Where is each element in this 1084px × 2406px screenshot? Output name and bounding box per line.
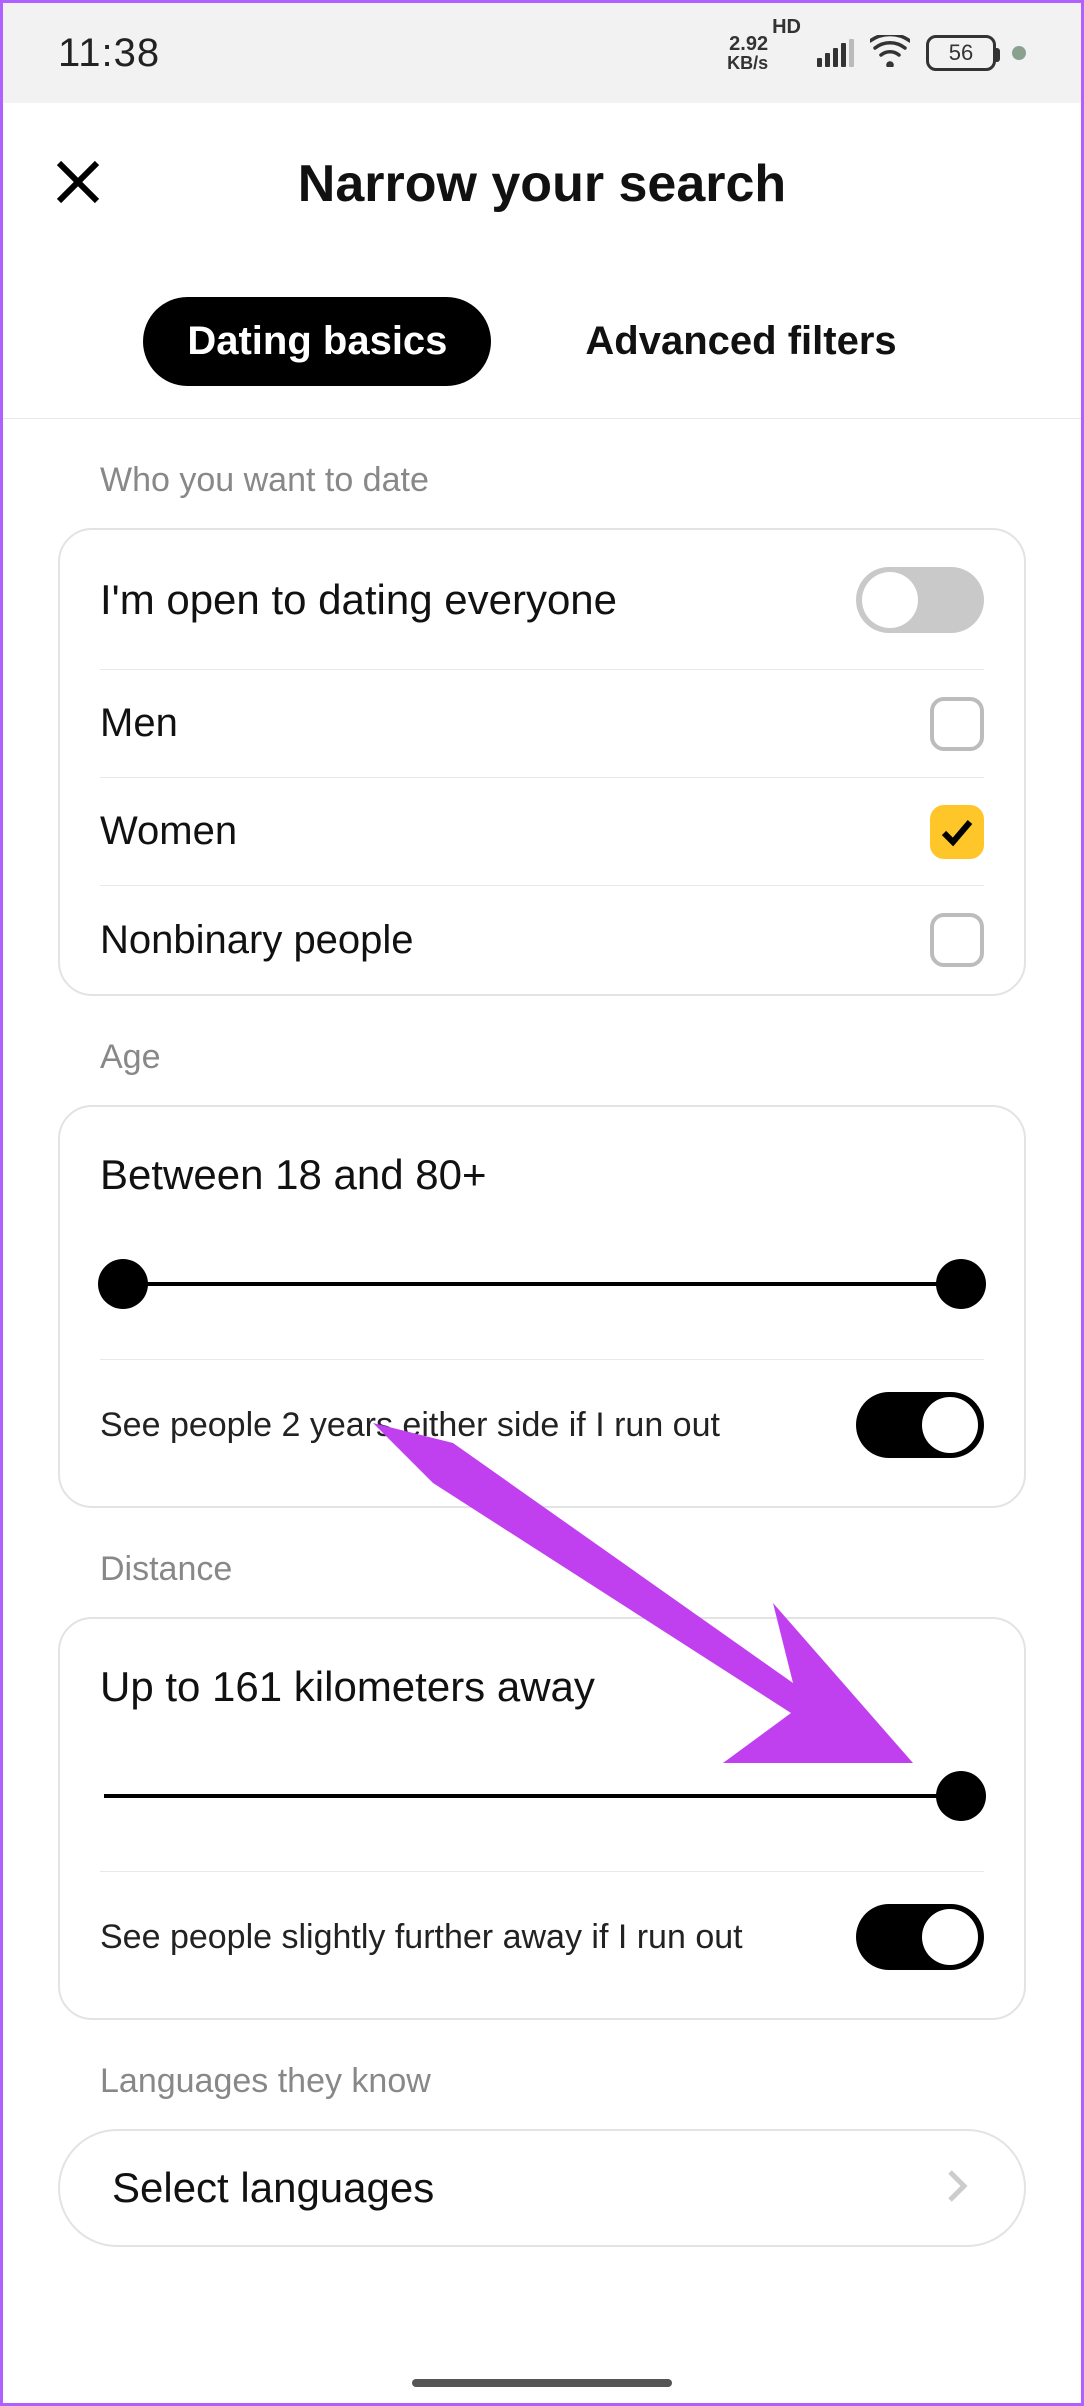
signal-bars-icon xyxy=(817,39,854,67)
status-time: 11:38 xyxy=(58,31,160,76)
label-women: Women xyxy=(100,809,237,854)
row-men: Men xyxy=(100,670,984,778)
status-net-speed: 2.92 KB/s xyxy=(727,34,768,72)
section-label-age: Age xyxy=(100,1038,1026,1077)
who-card: I'm open to dating everyone Men Women No… xyxy=(58,528,1026,996)
age-range-slider[interactable] xyxy=(104,1259,980,1309)
section-label-languages: Languages they know xyxy=(100,2062,1026,2101)
row-nonbinary: Nonbinary people xyxy=(100,886,984,994)
distance-card: Up to 161 kilometers away See people sli… xyxy=(58,1617,1026,2020)
toggle-open-everyone[interactable] xyxy=(856,567,984,633)
page-title: Narrow your search xyxy=(3,154,1081,214)
label-men: Men xyxy=(100,701,178,746)
select-languages-button[interactable]: Select languages xyxy=(58,2129,1026,2247)
tab-advanced-filters[interactable]: Advanced filters xyxy=(541,297,940,386)
chevron-right-icon xyxy=(942,2166,972,2211)
distance-label: Up to 161 kilometers away xyxy=(100,1663,984,1711)
page-header: Narrow your search xyxy=(3,103,1081,265)
section-label-distance: Distance xyxy=(100,1550,1026,1589)
label-open-everyone: I'm open to dating everyone xyxy=(100,576,617,624)
age-thumb-min[interactable] xyxy=(98,1259,148,1309)
battery-icon: 56 xyxy=(926,35,996,71)
label-select-languages: Select languages xyxy=(112,2164,434,2212)
age-thumb-max[interactable] xyxy=(936,1259,986,1309)
row-women: Women xyxy=(100,778,984,886)
checkbox-women[interactable] xyxy=(930,805,984,859)
checkbox-nonbinary[interactable] xyxy=(930,913,984,967)
distance-slider[interactable] xyxy=(104,1771,980,1821)
label-nonbinary: Nonbinary people xyxy=(100,918,414,963)
section-label-who: Who you want to date xyxy=(100,461,1026,500)
label-distance-extend: See people slightly further away if I ru… xyxy=(100,1918,743,1957)
status-right: 2.92 KB/s HD 56 xyxy=(727,34,1026,72)
checkbox-men[interactable] xyxy=(930,697,984,751)
status-bar: 11:38 2.92 KB/s HD 56 xyxy=(3,3,1081,103)
toggle-age-extend[interactable] xyxy=(856,1392,984,1458)
row-open-everyone: I'm open to dating everyone xyxy=(100,530,984,670)
age-card: Between 18 and 80+ See people 2 years ei… xyxy=(58,1105,1026,1508)
distance-thumb[interactable] xyxy=(936,1771,986,1821)
tab-dating-basics[interactable]: Dating basics xyxy=(143,297,491,386)
close-icon[interactable] xyxy=(53,157,103,212)
label-age-extend: See people 2 years either side if I run … xyxy=(100,1406,720,1445)
row-age-extend: See people 2 years either side if I run … xyxy=(100,1359,984,1490)
toggle-distance-extend[interactable] xyxy=(856,1904,984,1970)
status-dot-icon xyxy=(1012,46,1026,60)
status-hd-icon: HD xyxy=(772,16,801,39)
filter-tabs: Dating basics Advanced filters xyxy=(3,265,1081,419)
home-indicator[interactable] xyxy=(412,2379,672,2387)
row-distance-extend: See people slightly further away if I ru… xyxy=(100,1871,984,2002)
age-range-label: Between 18 and 80+ xyxy=(100,1151,984,1199)
wifi-icon xyxy=(870,35,910,72)
